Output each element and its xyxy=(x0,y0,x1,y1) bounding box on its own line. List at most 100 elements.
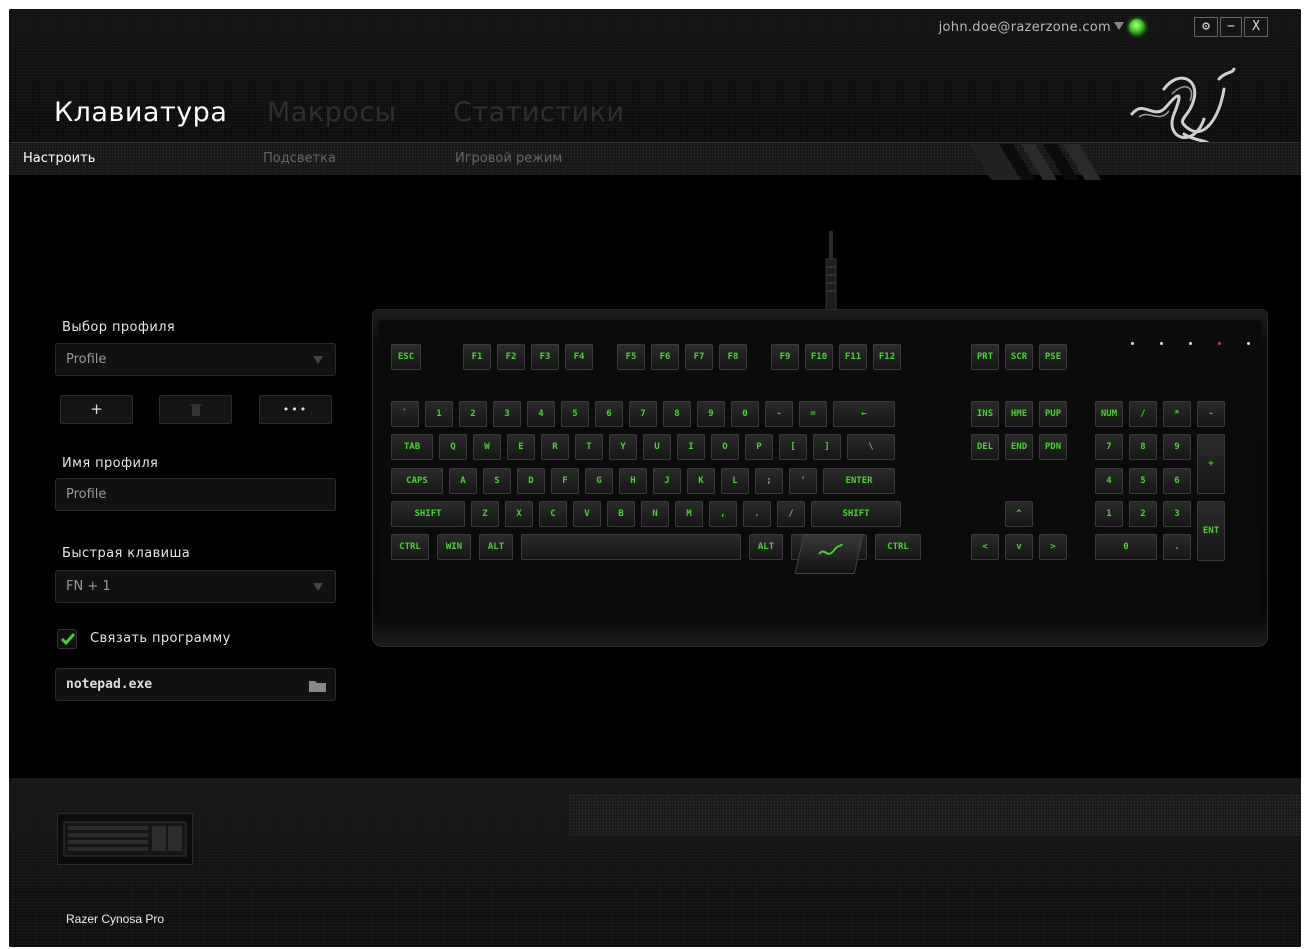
subtab-gaming-mode[interactable]: Игровой режим xyxy=(455,151,562,166)
key-n[interactable]: N xyxy=(641,501,669,527)
key-sym[interactable]: ; xyxy=(755,468,783,494)
key-i[interactable]: I xyxy=(677,434,705,460)
device-name[interactable]: Razer Cynosa Pro xyxy=(66,912,164,926)
key-sym[interactable]: > xyxy=(1039,534,1067,560)
key-space[interactable] xyxy=(521,534,741,560)
key-shift[interactable]: SHIFT xyxy=(811,501,901,527)
key-end[interactable]: END xyxy=(1005,434,1033,460)
folder-icon[interactable] xyxy=(309,680,327,692)
key-sym[interactable]: - xyxy=(765,401,793,427)
add-profile-button[interactable]: + xyxy=(60,395,133,424)
key-sym[interactable]: ` xyxy=(391,401,419,427)
key-alt[interactable]: ALT xyxy=(749,534,783,560)
key-z[interactable]: Z xyxy=(471,501,499,527)
key-del[interactable]: DEL xyxy=(971,434,999,460)
key-m[interactable]: M xyxy=(675,501,703,527)
key-sym[interactable]: ' xyxy=(789,468,817,494)
key-f8[interactable]: F8 xyxy=(719,344,747,370)
key-shift[interactable]: SHIFT xyxy=(391,501,465,527)
key-h[interactable]: H xyxy=(619,468,647,494)
key-sym[interactable]: ^ xyxy=(1005,501,1033,527)
key-sym[interactable]: , xyxy=(709,501,737,527)
key-sym[interactable]: ← xyxy=(833,401,895,427)
key-sym[interactable]: - xyxy=(1197,401,1225,427)
key-sym[interactable]: < xyxy=(971,534,999,560)
key-sym[interactable]: / xyxy=(1129,401,1157,427)
key-r[interactable]: R xyxy=(541,434,569,460)
key-2[interactable]: 2 xyxy=(1129,501,1157,527)
key-8[interactable]: 8 xyxy=(663,401,691,427)
key-num[interactable]: NUM xyxy=(1095,401,1123,427)
tab-macros[interactable]: Макросы xyxy=(267,97,396,128)
key-sym[interactable]: / xyxy=(777,501,805,527)
key-sym[interactable]: = xyxy=(799,401,827,427)
key-f12[interactable]: F12 xyxy=(873,344,901,370)
link-program-label[interactable]: Связать программу xyxy=(90,631,231,646)
key-y[interactable]: Y xyxy=(609,434,637,460)
key-pse[interactable]: PSE xyxy=(1039,344,1067,370)
key-prt[interactable]: PRT xyxy=(971,344,999,370)
key-alt[interactable]: ALT xyxy=(479,534,513,560)
key-scr[interactable]: SCR xyxy=(1005,344,1033,370)
key-ins[interactable]: INS xyxy=(971,401,999,427)
key-f6[interactable]: F6 xyxy=(651,344,679,370)
key-5[interactable]: 5 xyxy=(561,401,589,427)
key-a[interactable]: A xyxy=(449,468,477,494)
key-sym[interactable]: . xyxy=(1163,534,1191,560)
key-hme[interactable]: HME xyxy=(1005,401,1033,427)
key-f4[interactable]: F4 xyxy=(565,344,593,370)
hotkey-dropdown[interactable]: FN + 1 xyxy=(55,570,336,603)
account-email[interactable]: john.doe@razerzone.com xyxy=(939,20,1111,35)
key-3[interactable]: 3 xyxy=(1163,501,1191,527)
key-f7[interactable]: F7 xyxy=(685,344,713,370)
key-6[interactable]: 6 xyxy=(1163,468,1191,494)
key-u[interactable]: U xyxy=(643,434,671,460)
settings-button[interactable]: ⚙ xyxy=(1194,17,1218,37)
key-sym[interactable]: [ xyxy=(779,434,807,460)
more-options-button[interactable]: ••• xyxy=(259,395,332,424)
key-t[interactable]: T xyxy=(575,434,603,460)
minimize-button[interactable]: − xyxy=(1220,17,1242,37)
key-v[interactable]: V xyxy=(573,501,601,527)
subtab-customize[interactable]: Настроить xyxy=(23,151,95,166)
key-w[interactable]: W xyxy=(473,434,501,460)
account-dropdown-icon[interactable] xyxy=(1114,22,1124,30)
key-pdn[interactable]: PDN xyxy=(1039,434,1067,460)
delete-profile-button[interactable] xyxy=(159,395,232,424)
key-sym[interactable]: \ xyxy=(847,434,895,460)
key-4[interactable]: 4 xyxy=(527,401,555,427)
key-l[interactable]: L xyxy=(721,468,749,494)
key-pup[interactable]: PUP xyxy=(1039,401,1067,427)
key-1[interactable]: 1 xyxy=(1095,501,1123,527)
key-7[interactable]: 7 xyxy=(1095,434,1123,460)
key-b[interactable]: B xyxy=(607,501,635,527)
key-sym[interactable]: . xyxy=(743,501,771,527)
key-f5[interactable]: F5 xyxy=(617,344,645,370)
key-9[interactable]: 9 xyxy=(1163,434,1191,460)
device-thumbnail[interactable] xyxy=(57,813,193,865)
profile-name-input[interactable]: Profile xyxy=(55,478,336,511)
profile-select-dropdown[interactable]: Profile xyxy=(55,343,336,376)
key-2[interactable]: 2 xyxy=(459,401,487,427)
key-6[interactable]: 6 xyxy=(595,401,623,427)
key-f11[interactable]: F11 xyxy=(839,344,867,370)
key-sym[interactable]: ] xyxy=(813,434,841,460)
key-0[interactable]: 0 xyxy=(731,401,759,427)
key-1[interactable]: 1 xyxy=(425,401,453,427)
key-ctrl[interactable]: CTRL xyxy=(391,534,429,560)
key-f[interactable]: F xyxy=(551,468,579,494)
key-caps[interactable]: CAPS xyxy=(391,468,443,494)
key-s[interactable]: S xyxy=(483,468,511,494)
key-7[interactable]: 7 xyxy=(629,401,657,427)
key-v[interactable]: v xyxy=(1005,534,1033,560)
key-f1[interactable]: F1 xyxy=(463,344,491,370)
key-f2[interactable]: F2 xyxy=(497,344,525,370)
key-q[interactable]: Q xyxy=(439,434,467,460)
key-sym[interactable]: + xyxy=(1197,434,1225,494)
key-ent[interactable]: ENT xyxy=(1197,501,1225,561)
key-c[interactable]: C xyxy=(539,501,567,527)
key-0[interactable]: 0 xyxy=(1095,534,1157,560)
key-x[interactable]: X xyxy=(505,501,533,527)
key-esc[interactable]: ESC xyxy=(391,344,421,370)
key-9[interactable]: 9 xyxy=(697,401,725,427)
